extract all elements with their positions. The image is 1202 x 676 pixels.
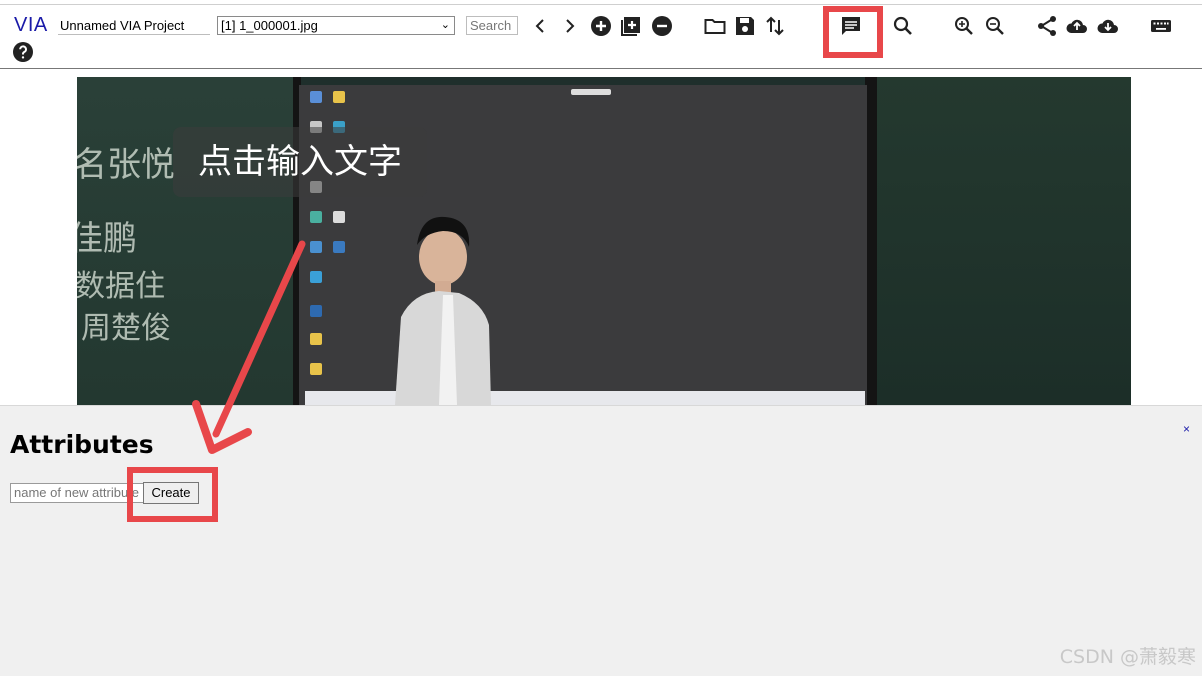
keyboard-icon[interactable] — [1149, 14, 1173, 38]
chalk-writing: 数据住 — [77, 269, 165, 304]
top-toolbar: VIA [1] 1_000001.jpg ⌄ Search — [0, 0, 1202, 69]
add-circle-icon[interactable] — [589, 14, 613, 38]
share-icon[interactable] — [1035, 14, 1059, 38]
via-logo: VIA — [14, 14, 48, 36]
attributes-panel: Attributes × name of new attribute Creat… — [0, 405, 1202, 676]
cloud-download-icon[interactable] — [1096, 14, 1120, 38]
add-box-icon[interactable] — [619, 14, 643, 38]
desktop-icon — [333, 91, 345, 103]
chalk-writing: 佳鹏 — [77, 219, 137, 259]
chevron-left-icon[interactable] — [528, 14, 552, 38]
desktop-icon — [310, 271, 322, 283]
file-select[interactable]: [1] 1_000001.jpg ⌄ — [217, 16, 455, 35]
desktop-icon — [310, 91, 322, 103]
desktop-icon — [310, 241, 322, 253]
search-input[interactable]: Search — [466, 16, 518, 35]
close-icon[interactable]: × — [1183, 422, 1190, 436]
watermark: CSDN @萧毅寒 — [1059, 646, 1196, 668]
blackboard-right — [873, 77, 1131, 405]
top-divider — [0, 4, 1202, 5]
help-icon[interactable] — [11, 40, 35, 64]
search-icon[interactable] — [891, 14, 915, 38]
save-icon[interactable] — [733, 14, 757, 38]
attributes-title: Attributes — [10, 430, 154, 459]
chevron-right-icon[interactable] — [558, 14, 582, 38]
desktop-icon — [310, 305, 322, 317]
screen-top-bar — [571, 89, 611, 95]
new-attribute-input[interactable]: name of new attribute — [10, 483, 144, 503]
desktop-icon — [333, 211, 345, 223]
remove-circle-icon[interactable] — [650, 14, 674, 38]
annotated-image[interactable]: 名张悦 佳鹏 数据住 周楚俊 点击输入文字 — [77, 77, 1131, 405]
chalk-writing: 周楚俊 — [81, 311, 171, 346]
desktop-icon — [310, 211, 322, 223]
chalk-writing: 名张悦 — [77, 145, 175, 185]
person-figure — [395, 216, 491, 405]
desktop-icon — [333, 241, 345, 253]
project-name-input[interactable] — [58, 16, 210, 35]
cloud-upload-icon[interactable] — [1065, 14, 1089, 38]
create-button-highlight — [127, 467, 218, 522]
folder-icon[interactable] — [703, 14, 727, 38]
comment-icon-highlight — [823, 6, 883, 58]
swap-vert-icon[interactable] — [763, 14, 787, 38]
zoom-out-icon[interactable] — [983, 14, 1007, 38]
input-text-tooltip: 点击输入文字 — [173, 127, 427, 197]
zoom-in-icon[interactable] — [952, 14, 976, 38]
desktop-icon — [310, 363, 322, 375]
file-select-value: [1] 1_000001.jpg — [221, 18, 318, 33]
chevron-down-icon: ⌄ — [440, 19, 450, 31]
desktop-icon — [310, 333, 322, 345]
